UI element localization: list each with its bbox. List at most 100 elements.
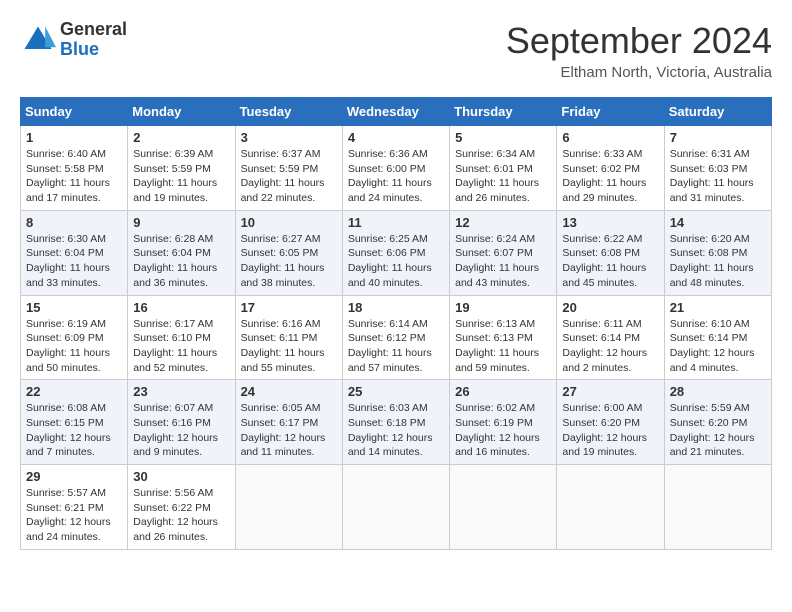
day-number: 1 [26, 130, 122, 145]
day-number: 20 [562, 300, 658, 315]
calendar-cell: 17 Sunrise: 6:16 AM Sunset: 6:11 PM Dayli… [235, 295, 342, 380]
day-info: Sunrise: 6:39 AM Sunset: 5:59 PM Dayligh… [133, 147, 229, 206]
calendar-cell: 12Sunrise: 6:24 AM Sunset: 6:07 PM Dayli… [450, 210, 557, 295]
calendar-cell: 2 Sunrise: 6:39 AM Sunset: 5:59 PM Daylig… [128, 126, 235, 211]
day-number: 25 [348, 384, 444, 399]
calendar-cell: 6 Sunrise: 6:33 AM Sunset: 6:02 PM Daylig… [557, 126, 664, 211]
logo-icon [20, 22, 56, 58]
calendar-cell: 9 Sunrise: 6:28 AM Sunset: 6:04 PM Daylig… [128, 210, 235, 295]
calendar-cell: 25Sunrise: 6:03 AM Sunset: 6:18 PM Dayli… [342, 380, 449, 465]
day-info: Sunrise: 6:22 AM Sunset: 6:08 PM Dayligh… [562, 232, 658, 291]
day-info: Sunrise: 6:10 AM Sunset: 6:14 PM Dayligh… [670, 317, 766, 376]
calendar-header-thursday: Thursday [450, 98, 557, 126]
day-number: 5 [455, 130, 551, 145]
day-info: Sunrise: 6:27 AM Sunset: 6:05 PM Dayligh… [241, 232, 337, 291]
day-info: Sunrise: 6:37 AM Sunset: 5:59 PM Dayligh… [241, 147, 337, 206]
calendar-cell: 1 Sunrise: 6:40 AM Sunset: 5:58 PM Daylig… [21, 126, 128, 211]
day-number: 24 [241, 384, 337, 399]
calendar-cell: 21 Sunrise: 6:10 AM Sunset: 6:14 PM Dayli… [664, 295, 771, 380]
day-info: Sunrise: 6:40 AM Sunset: 5:58 PM Dayligh… [26, 147, 122, 206]
calendar-week-row: 8Sunrise: 6:30 AM Sunset: 6:04 PM Daylig… [21, 210, 772, 295]
day-info: Sunrise: 6:17 AM Sunset: 6:10 PM Dayligh… [133, 317, 229, 376]
calendar-cell: 10 Sunrise: 6:27 AM Sunset: 6:05 PM Dayli… [235, 210, 342, 295]
day-number: 3 [241, 130, 337, 145]
calendar-cell: 5 Sunrise: 6:34 AM Sunset: 6:01 PM Daylig… [450, 126, 557, 211]
calendar-header-monday: Monday [128, 98, 235, 126]
calendar-cell [342, 465, 449, 550]
day-number: 18 [348, 300, 444, 315]
day-number: 21 [670, 300, 766, 315]
calendar-cell: 27 Sunrise: 6:00 AM Sunset: 6:20 PM Dayli… [557, 380, 664, 465]
calendar-table: SundayMondayTuesdayWednesdayThursdayFrid… [20, 97, 772, 550]
day-info: Sunrise: 6:00 AM Sunset: 6:20 PM Dayligh… [562, 401, 658, 460]
calendar-header-wednesday: Wednesday [342, 98, 449, 126]
calendar-cell: 14Sunrise: 6:20 AM Sunset: 6:08 PM Dayli… [664, 210, 771, 295]
day-number: 19 [455, 300, 551, 315]
day-number: 28 [670, 384, 766, 399]
day-number: 29 [26, 469, 122, 484]
day-info: Sunrise: 6:34 AM Sunset: 6:01 PM Dayligh… [455, 147, 551, 206]
calendar-cell: 29 Sunrise: 5:57 AM Sunset: 6:21 PM Dayli… [21, 465, 128, 550]
day-info: Sunrise: 6:28 AM Sunset: 6:04 PM Dayligh… [133, 232, 229, 291]
calendar-cell: 11 Sunrise: 6:25 AM Sunset: 6:06 PM Dayli… [342, 210, 449, 295]
logo-blue: Blue [60, 40, 127, 60]
day-info: Sunrise: 5:57 AM Sunset: 6:21 PM Dayligh… [26, 486, 122, 545]
calendar-cell [450, 465, 557, 550]
day-number: 13 [562, 215, 658, 230]
day-number: 9 [133, 215, 229, 230]
calendar-cell: 22Sunrise: 6:08 AM Sunset: 6:15 PM Dayli… [21, 380, 128, 465]
calendar-cell: 30 Sunrise: 5:56 AM Sunset: 6:22 PM Dayli… [128, 465, 235, 550]
day-number: 22 [26, 384, 122, 399]
day-info: Sunrise: 5:59 AM Sunset: 6:20 PM Dayligh… [670, 401, 766, 460]
calendar-cell: 23Sunrise: 6:07 AM Sunset: 6:16 PM Dayli… [128, 380, 235, 465]
day-number: 15 [26, 300, 122, 315]
day-info: Sunrise: 6:31 AM Sunset: 6:03 PM Dayligh… [670, 147, 766, 206]
calendar-cell [557, 465, 664, 550]
day-info: Sunrise: 6:30 AM Sunset: 6:04 PM Dayligh… [26, 232, 122, 291]
calendar-week-row: 22Sunrise: 6:08 AM Sunset: 6:15 PM Dayli… [21, 380, 772, 465]
day-number: 2 [133, 130, 229, 145]
month-title: September 2024 [506, 20, 772, 62]
day-number: 23 [133, 384, 229, 399]
day-info: Sunrise: 6:20 AM Sunset: 6:08 PM Dayligh… [670, 232, 766, 291]
calendar-cell: 20 Sunrise: 6:11 AM Sunset: 6:14 PM Dayli… [557, 295, 664, 380]
day-info: Sunrise: 6:24 AM Sunset: 6:07 PM Dayligh… [455, 232, 551, 291]
day-number: 10 [241, 215, 337, 230]
day-number: 7 [670, 130, 766, 145]
day-info: Sunrise: 6:33 AM Sunset: 6:02 PM Dayligh… [562, 147, 658, 206]
day-number: 11 [348, 215, 444, 230]
day-number: 30 [133, 469, 229, 484]
day-info: Sunrise: 6:13 AM Sunset: 6:13 PM Dayligh… [455, 317, 551, 376]
day-number: 26 [455, 384, 551, 399]
logo: General Blue [20, 20, 127, 60]
day-number: 27 [562, 384, 658, 399]
calendar-header-saturday: Saturday [664, 98, 771, 126]
day-number: 17 [241, 300, 337, 315]
calendar-cell: 3 Sunrise: 6:37 AM Sunset: 5:59 PM Daylig… [235, 126, 342, 211]
day-info: Sunrise: 6:05 AM Sunset: 6:17 PM Dayligh… [241, 401, 337, 460]
day-info: Sunrise: 6:36 AM Sunset: 6:00 PM Dayligh… [348, 147, 444, 206]
calendar-header-row: SundayMondayTuesdayWednesdayThursdayFrid… [21, 98, 772, 126]
calendar-header-sunday: Sunday [21, 98, 128, 126]
calendar-cell: 7 Sunrise: 6:31 AM Sunset: 6:03 PM Daylig… [664, 126, 771, 211]
day-info: Sunrise: 6:14 AM Sunset: 6:12 PM Dayligh… [348, 317, 444, 376]
calendar-cell: 19 Sunrise: 6:13 AM Sunset: 6:13 PM Dayli… [450, 295, 557, 380]
calendar-cell: 15 Sunrise: 6:19 AM Sunset: 6:09 PM Dayli… [21, 295, 128, 380]
calendar-cell: 16 Sunrise: 6:17 AM Sunset: 6:10 PM Dayli… [128, 295, 235, 380]
calendar-cell: 13 Sunrise: 6:22 AM Sunset: 6:08 PM Dayli… [557, 210, 664, 295]
day-info: Sunrise: 6:11 AM Sunset: 6:14 PM Dayligh… [562, 317, 658, 376]
calendar-week-row: 15 Sunrise: 6:19 AM Sunset: 6:09 PM Dayli… [21, 295, 772, 380]
day-number: 6 [562, 130, 658, 145]
day-info: Sunrise: 6:16 AM Sunset: 6:11 PM Dayligh… [241, 317, 337, 376]
logo-text: General Blue [60, 20, 127, 60]
calendar-header-friday: Friday [557, 98, 664, 126]
calendar-cell: 18 Sunrise: 6:14 AM Sunset: 6:12 PM Dayli… [342, 295, 449, 380]
calendar-cell: 24 Sunrise: 6:05 AM Sunset: 6:17 PM Dayli… [235, 380, 342, 465]
calendar-header-tuesday: Tuesday [235, 98, 342, 126]
day-info: Sunrise: 6:25 AM Sunset: 6:06 PM Dayligh… [348, 232, 444, 291]
calendar-cell: 28 Sunrise: 5:59 AM Sunset: 6:20 PM Dayli… [664, 380, 771, 465]
day-info: Sunrise: 6:19 AM Sunset: 6:09 PM Dayligh… [26, 317, 122, 376]
calendar-cell: 8Sunrise: 6:30 AM Sunset: 6:04 PM Daylig… [21, 210, 128, 295]
day-number: 16 [133, 300, 229, 315]
day-info: Sunrise: 5:56 AM Sunset: 6:22 PM Dayligh… [133, 486, 229, 545]
